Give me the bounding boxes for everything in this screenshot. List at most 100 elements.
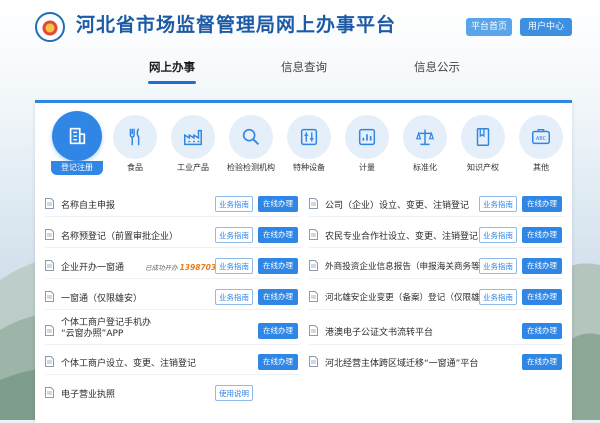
site-title: 河北省市场监督管理局网上办事平台 <box>76 14 397 36</box>
apply-online-button[interactable]: 在线办理 <box>258 196 298 212</box>
guide-button[interactable]: 业务指南 <box>215 227 253 243</box>
service-title[interactable]: 河北雄安企业变更（备案）登记（仅限雄... <box>325 291 488 303</box>
scale-icon <box>415 129 435 146</box>
category-industrial-products[interactable]: 工业产品 <box>165 115 221 173</box>
service-title[interactable]: 公司（企业）设立、变更、注销登记 <box>325 198 469 211</box>
apply-online-button[interactable]: 在线办理 <box>522 354 562 370</box>
apply-online-button[interactable]: 在线办理 <box>522 227 562 243</box>
service-item: 名称预登记（前置审批企业） 业务指南 在线办理 <box>45 226 300 246</box>
guide-button[interactable]: 业务指南 <box>215 258 253 274</box>
category-intellectual-property[interactable]: 知识产权 <box>455 115 511 173</box>
document-icon <box>309 356 318 367</box>
service-title[interactable]: 个体工商户登记手机办 “云窗办照”APP <box>61 318 151 340</box>
guide-button[interactable]: 业务指南 <box>215 289 253 305</box>
divider <box>45 374 300 375</box>
service-item: 河北经营主体跨区域迁移“一窗通”平台 在线办理 <box>309 353 564 373</box>
service-item: 河北雄安企业变更（备案）登记（仅限雄... 业务指南 在线办理 <box>309 288 564 308</box>
divider <box>309 278 564 279</box>
service-title[interactable]: 企业开办一窗通 <box>61 260 124 273</box>
apply-online-button[interactable]: 在线办理 <box>522 196 562 212</box>
service-title[interactable]: 河北经营主体跨区域迁移“一窗通”平台 <box>325 356 478 369</box>
category-label: 登记注册 <box>51 161 103 175</box>
category-special-equipment[interactable]: 特种设备 <box>281 115 337 173</box>
equipment-icon <box>300 128 318 146</box>
service-item: 一窗通（仅限雄安） 业务指南 在线办理 <box>45 288 300 308</box>
document-icon <box>45 356 54 367</box>
service-item: 电子营业执照 使用说明 <box>45 384 300 404</box>
site-header: 河北省市场监督管理局网上办事平台 平台首页 用户中心 网上办事 信息查询 信息公… <box>0 0 600 92</box>
document-icon <box>45 229 54 240</box>
apply-online-button[interactable]: 在线办理 <box>522 323 562 339</box>
service-title[interactable]: 个体工商户设立、变更、注销登记 <box>61 356 196 369</box>
svg-text:ABC: ABC <box>536 136 547 142</box>
magnifier-icon <box>242 128 259 145</box>
service-title[interactable]: 外商投资企业信息报告（申报海关商务等） <box>325 260 488 272</box>
guide-button[interactable]: 业务指南 <box>479 258 517 274</box>
service-title[interactable]: 名称预登记（前置审批企业） <box>61 229 178 242</box>
service-title-line2: “云窗办照”APP <box>61 329 124 339</box>
document-icon <box>309 260 318 271</box>
service-title[interactable]: 农民专业合作社设立、变更、注销登记 <box>325 229 478 242</box>
apply-online-button[interactable]: 在线办理 <box>258 354 298 370</box>
tab-info-publicity[interactable]: 信息公示 <box>405 56 469 84</box>
usage-guide-button[interactable]: 使用说明 <box>215 385 253 401</box>
opened-count: 已成功开办 1398703 户 <box>145 262 225 272</box>
service-title-line1: 个体工商户登记手机办 <box>61 318 152 328</box>
apply-online-button[interactable]: 在线办理 <box>258 227 298 243</box>
abc-card-icon: ABC <box>532 129 550 145</box>
service-item: 名称自主申报 业务指南 在线办理 <box>45 195 300 215</box>
document-icon <box>45 260 54 271</box>
platform-home-button[interactable]: 平台首页 <box>466 18 512 36</box>
service-item: 个体工商户设立、变更、注销登记 在线办理 <box>45 353 300 373</box>
divider <box>45 309 300 310</box>
divider <box>309 309 564 310</box>
guide-button[interactable]: 业务指南 <box>479 227 517 243</box>
guide-button[interactable]: 业务指南 <box>215 196 253 212</box>
service-item: 外商投资企业信息报告（申报海关商务等） 业务指南 在线办理 <box>309 257 564 277</box>
agency-logo[interactable] <box>35 12 65 42</box>
divider <box>45 247 300 248</box>
service-panel: 登记注册 食品 工业产品 检验检测机构 特种设备 计量 标准化 知识产权 ABC… <box>35 100 572 423</box>
category-label: 其他 <box>533 163 549 172</box>
guide-button[interactable]: 业务指南 <box>479 289 517 305</box>
document-icon <box>45 325 54 336</box>
document-icon <box>45 291 54 302</box>
divider <box>45 344 300 345</box>
document-icon <box>309 229 318 240</box>
divider <box>309 216 564 217</box>
guide-button[interactable]: 业务指南 <box>479 196 517 212</box>
category-inspection-agency[interactable]: 检验检测机构 <box>223 115 279 173</box>
chart-icon <box>358 128 376 146</box>
divider <box>45 278 300 279</box>
tab-online-services[interactable]: 网上办事 <box>142 56 202 84</box>
apply-online-button[interactable]: 在线办理 <box>522 258 562 274</box>
apply-online-button[interactable]: 在线办理 <box>522 289 562 305</box>
opened-count-label: 已成功开办 <box>145 264 178 272</box>
document-icon <box>45 198 54 209</box>
service-item: 港澳电子公证文书流转平台 在线办理 <box>309 322 564 342</box>
document-icon <box>309 325 318 336</box>
category-metrology[interactable]: 计量 <box>339 115 395 173</box>
category-standardization[interactable]: 标准化 <box>397 115 453 173</box>
apply-online-button[interactable]: 在线办理 <box>258 289 298 305</box>
service-item: 个体工商户登记手机办 “云窗办照”APP 在线办理 <box>45 318 300 342</box>
document-icon <box>309 198 318 209</box>
service-title[interactable]: 电子营业执照 <box>61 387 115 400</box>
book-icon <box>476 128 490 146</box>
tab-info-query[interactable]: 信息查询 <box>272 56 336 84</box>
service-item: 企业开办一窗通 已成功开办 1398703 户 业务指南 在线办理 <box>45 257 300 277</box>
service-title[interactable]: 港澳电子公证文书流转平台 <box>325 325 433 338</box>
category-bar: 登记注册 食品 工业产品 检验检测机构 特种设备 计量 标准化 知识产权 ABC… <box>35 111 572 175</box>
fork-knife-icon <box>129 128 140 146</box>
divider <box>45 216 300 217</box>
category-other[interactable]: ABC 其他 <box>513 115 569 173</box>
service-title[interactable]: 一窗通（仅限雄安） <box>61 291 142 304</box>
category-food[interactable]: 食品 <box>107 115 163 173</box>
apply-online-button[interactable]: 在线办理 <box>258 323 298 339</box>
category-registration[interactable]: 登记注册 <box>49 111 105 175</box>
main-nav: 网上办事 信息查询 信息公示 <box>0 56 600 86</box>
opened-count-value: 1398703 <box>179 263 217 272</box>
user-center-button[interactable]: 用户中心 <box>520 18 572 36</box>
apply-online-button[interactable]: 在线办理 <box>258 258 298 274</box>
service-title[interactable]: 名称自主申报 <box>61 198 115 211</box>
